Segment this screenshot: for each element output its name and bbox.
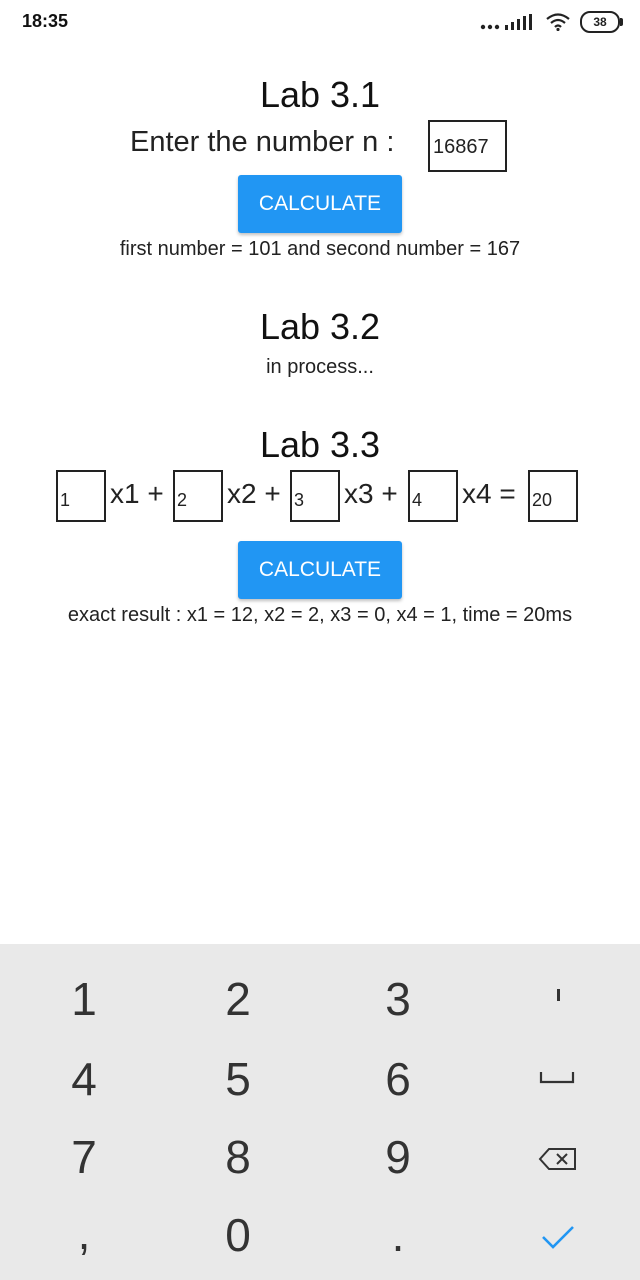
- term-x1: x1 +: [110, 478, 164, 509]
- key-1[interactable]: 1: [44, 972, 124, 1026]
- lab32-title: Lab 3.2: [259, 306, 381, 347]
- coefficient-x1-input[interactable]: 1: [56, 470, 106, 522]
- term-x2: x2 +: [227, 478, 281, 509]
- lab33-title: Lab 3.3: [259, 424, 381, 465]
- key-2[interactable]: 2: [198, 972, 278, 1026]
- equation-row: 1 x1 + 2 x2 + 3 x3 + 4 x4 = 20: [0, 468, 640, 526]
- n-prompt-label: Enter the number n :: [130, 126, 395, 158]
- done-checkmark-icon[interactable]: [540, 1224, 576, 1250]
- term-x4: x4 =: [462, 478, 516, 509]
- key-3[interactable]: 3: [358, 972, 438, 1026]
- term-x3: x3 +: [344, 478, 398, 509]
- key-4[interactable]: 4: [44, 1052, 124, 1106]
- coefficient-x4-input[interactable]: 4: [408, 470, 458, 522]
- key-0[interactable]: 0: [198, 1208, 278, 1262]
- status-bar: 18:35 38: [0, 0, 640, 44]
- key-8[interactable]: 8: [198, 1130, 278, 1184]
- signal-icon: [480, 14, 532, 30]
- lab31-result: first number = 101 and second number = 1…: [119, 238, 521, 260]
- lab33-calculate-button[interactable]: CALCULATE: [238, 541, 402, 599]
- status-time: 18:35: [22, 11, 69, 31]
- lab33-result: exact result : x1 = 12, x2 = 2, x3 = 0, …: [67, 604, 573, 626]
- key-6[interactable]: 6: [358, 1052, 438, 1106]
- lab31-prompt-row: Enter the number n : 16867: [0, 118, 640, 176]
- coefficient-x2-input[interactable]: 2: [173, 470, 223, 522]
- key-dot[interactable]: .: [358, 1208, 438, 1262]
- key-7[interactable]: 7: [44, 1130, 124, 1184]
- space-icon[interactable]: [538, 1066, 576, 1086]
- lab31-calculate-button[interactable]: CALCULATE: [238, 175, 402, 233]
- n-input[interactable]: 16867: [428, 120, 507, 172]
- wifi-icon: [546, 13, 570, 31]
- key-9[interactable]: 9: [358, 1130, 438, 1184]
- lab31-title: Lab 3.1: [259, 74, 381, 115]
- coefficient-x3-input[interactable]: 3: [290, 470, 340, 522]
- backspace-icon[interactable]: [538, 1146, 578, 1172]
- rhs-input[interactable]: 20: [528, 470, 578, 522]
- status-icons: 38: [480, 9, 623, 35]
- key-comma[interactable]: ,: [44, 1206, 124, 1260]
- lab32-status: in process...: [266, 356, 374, 378]
- battery-icon: 38: [580, 11, 623, 33]
- minus-key-icon[interactable]: [549, 986, 569, 1002]
- numeric-keyboard: 1 2 3 4 5 6 7 8 9 , 0 .: [0, 944, 640, 1280]
- battery-level: 38: [593, 15, 607, 29]
- key-5[interactable]: 5: [198, 1052, 278, 1106]
